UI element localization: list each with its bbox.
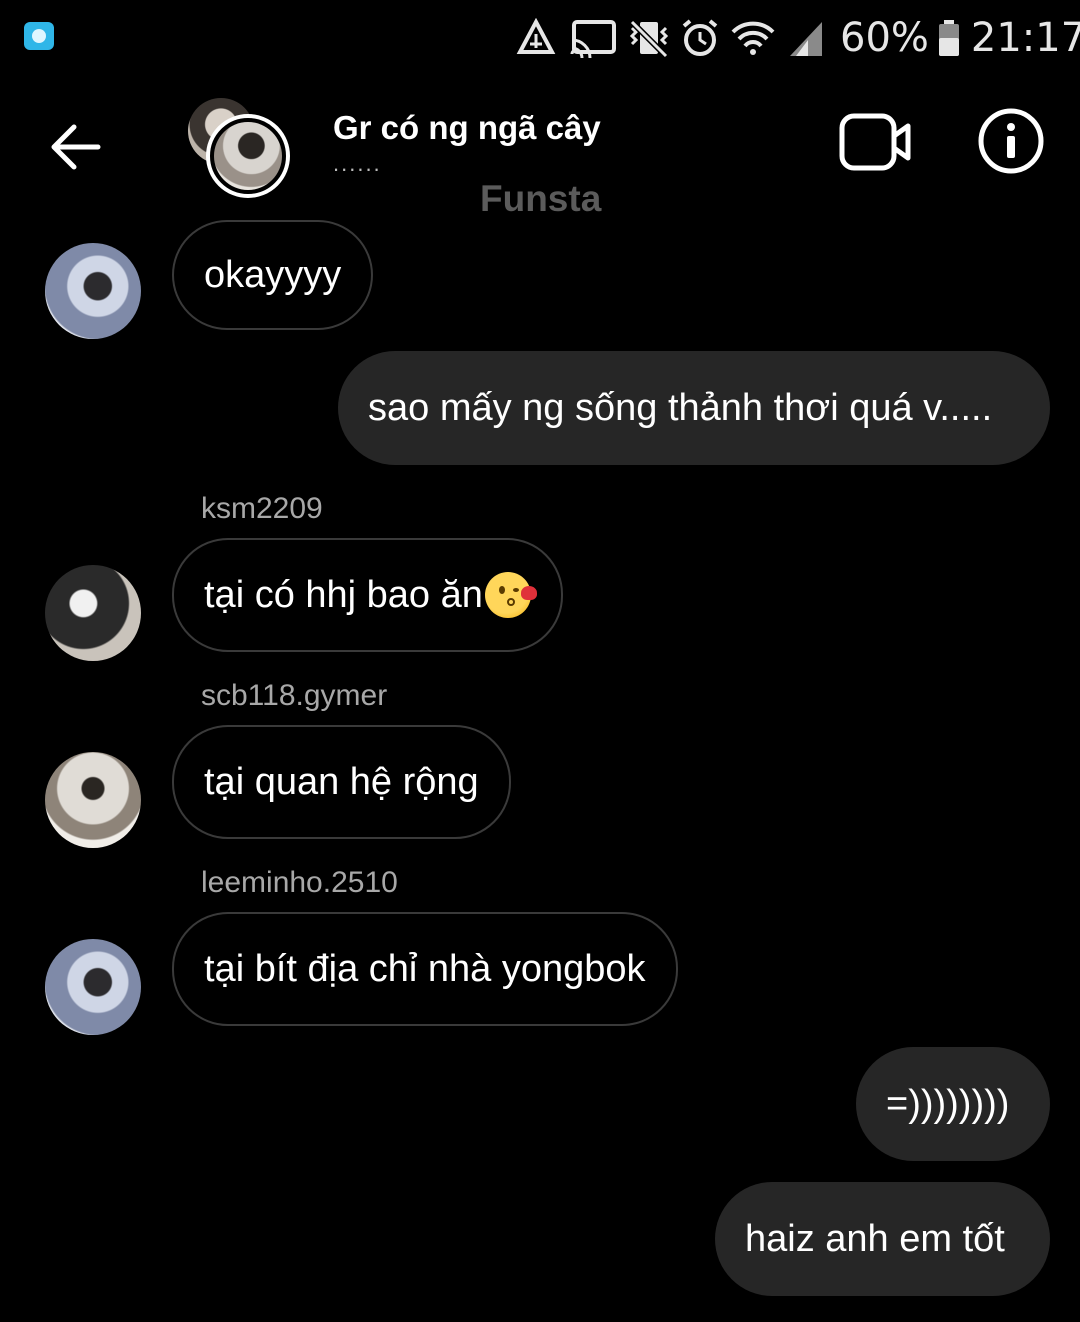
message-text: okayyyy [204,254,342,296]
message-bubble-outgoing[interactable]: sao mấy ng sống thảnh thơi quá v..... [338,351,1050,465]
cast-icon [570,20,616,58]
message-text: tại có hhj bao ăn [204,574,483,616]
kissing-face-with-heart-emoji [484,572,537,618]
avatar[interactable] [45,752,141,848]
status-bar: 60% 21:17 [0,0,1080,76]
wifi-icon [731,21,775,55]
signal-icon [790,22,822,56]
app-notification-icon [24,22,54,50]
message-text: haiz anh em tốt [745,1218,1005,1260]
avatar[interactable] [45,565,141,661]
sender-name: leeminho.2510 [201,866,398,899]
vibrate-mute-icon [629,19,669,58]
chat-screen: 60% 21:17 Gr có ng ngã cây ...... Funsta… [0,0,1080,1322]
back-arrow-icon [51,124,101,170]
message-bubble-incoming[interactable]: okayyyy [172,220,374,330]
message-bubble-outgoing[interactable]: haiz anh em tốt [715,1182,1050,1296]
info-icon[interactable] [976,106,1046,176]
message-bubble-incoming[interactable]: tại bít địa chỉ nhà yongbok [172,912,678,1026]
chat-title: Gr có ng ngã cây [333,109,601,146]
chat-subtitle: ...... [333,151,382,176]
message-text: tại quan hệ rộng [204,761,479,803]
battery-icon [938,20,959,56]
avatar[interactable] [45,243,141,339]
chat-title-block[interactable]: Gr có ng ngã cây ...... [333,108,601,176]
avatar [206,114,290,198]
message-text: tại bít địa chỉ nhà yongbok [204,948,646,990]
back-button[interactable] [40,116,112,178]
message-text: =)))))))) [886,1083,1010,1125]
status-icons: 60% 21:17 [514,16,1080,60]
message-bubble-outgoing[interactable]: =)))))))) [856,1047,1050,1161]
alarm-icon [682,19,718,56]
group-avatar[interactable] [186,96,296,206]
sender-name: ksm2209 [201,492,323,525]
message-text: sao mấy ng sống thảnh thơi quá v..... [368,387,993,429]
recycle-icon [516,18,556,54]
clock: 21:17 [970,15,1080,61]
message-bubble-incoming[interactable]: tại quan hệ rộng [172,725,511,839]
avatar[interactable] [45,939,141,1035]
video-call-icon[interactable] [836,108,916,178]
sender-name: scb118.gymer [201,679,388,712]
battery-percent: 60% [840,15,929,61]
message-bubble-incoming[interactable]: tại có hhj bao ăn [172,538,563,652]
watermark: Funsta [480,178,602,219]
